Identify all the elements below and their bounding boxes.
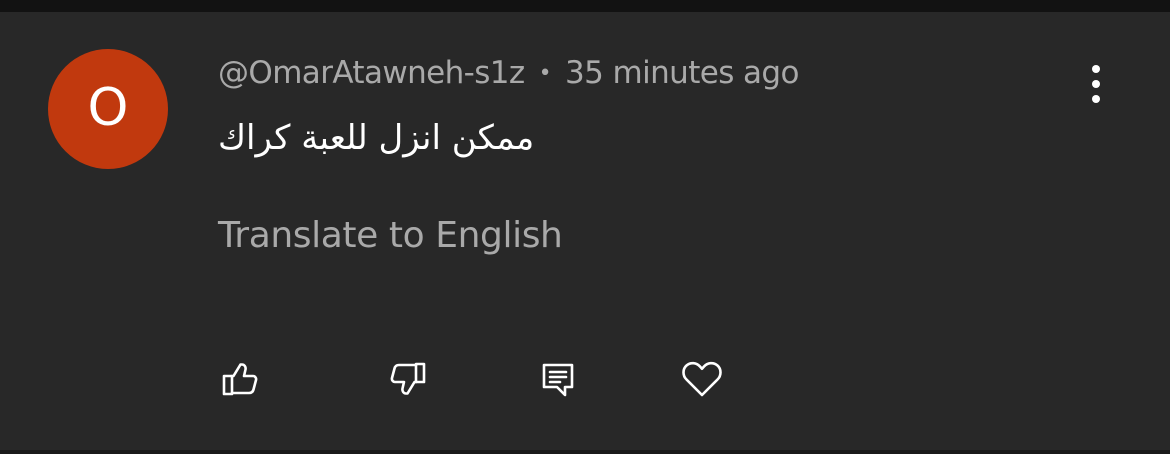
heart-icon: [680, 359, 724, 399]
reply-icon: [538, 359, 578, 399]
thumbs-up-icon: [220, 359, 260, 399]
avatar[interactable]: O: [48, 49, 168, 169]
more-options-button[interactable]: [1076, 62, 1116, 110]
heart-button[interactable]: [678, 355, 726, 403]
comment-header: @OmarAtawneh-s1z • 35 minutes ago: [218, 53, 799, 93]
thumbs-down-icon: [388, 359, 428, 399]
timestamp[interactable]: 35 minutes ago: [565, 55, 799, 91]
more-vert-icon: [1091, 64, 1101, 108]
comment-text: ممكن انزل للعبة كراك: [218, 118, 535, 158]
avatar-letter: O: [87, 78, 129, 138]
dislike-button[interactable]: [384, 355, 432, 403]
author-name[interactable]: @OmarAtawneh-s1z: [218, 55, 525, 91]
top-divider: [0, 0, 1170, 12]
separator-dot: •: [538, 60, 552, 86]
bottom-divider: [0, 450, 1170, 454]
translate-button[interactable]: Translate to English: [218, 213, 563, 259]
like-button[interactable]: [216, 355, 264, 403]
reply-button[interactable]: [534, 355, 582, 403]
